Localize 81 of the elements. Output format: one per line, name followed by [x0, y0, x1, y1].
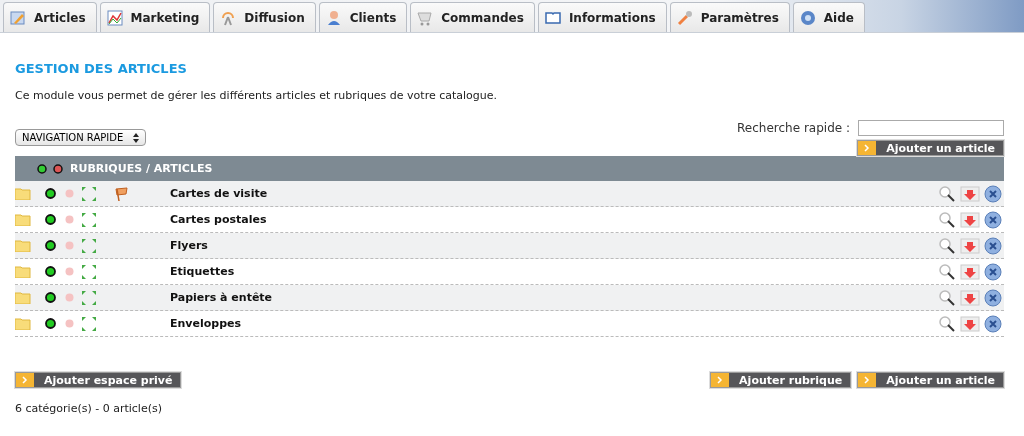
folder-icon [15, 291, 31, 304]
category-name: Papiers à entête [170, 291, 273, 304]
page-title: GESTION DES ARTICLES [15, 61, 188, 76]
nav-tab[interactable]: Clients [318, 2, 408, 32]
online-dot-icon [37, 163, 47, 174]
add-button[interactable]: Ajouter rubrique [710, 372, 852, 388]
status-dot[interactable] [65, 319, 74, 328]
status-dot[interactable] [45, 188, 56, 199]
status-dot[interactable] [65, 267, 74, 276]
status-dot[interactable] [45, 240, 56, 251]
delete-icon[interactable] [984, 288, 1002, 307]
page-description: Ce module vous permet de gérer les différents articles et rubriques de votre catalogue. [15, 89, 499, 102]
status-dot[interactable] [45, 266, 56, 277]
delete-icon[interactable] [984, 210, 1002, 229]
chevron-icon [16, 373, 34, 387]
search-icon[interactable] [938, 262, 956, 281]
summary-text: 6 catégorie(s) - 0 article(s) [15, 402, 163, 415]
move-arrows-icon[interactable] [81, 289, 97, 306]
search-icon[interactable] [938, 236, 956, 255]
offline-dot-icon [53, 163, 63, 174]
add-article-button[interactable]: Ajouter un article [857, 140, 1004, 156]
delete-icon[interactable] [984, 314, 1002, 333]
folder-icon [15, 239, 31, 252]
category-name: Flyers [170, 239, 208, 252]
chevron-icon [858, 141, 877, 155]
move-arrows-icon[interactable] [81, 263, 97, 280]
status-dot[interactable] [65, 241, 74, 250]
download-icon[interactable] [960, 314, 980, 333]
search-icon[interactable] [938, 288, 956, 307]
search-icon[interactable] [938, 314, 956, 333]
chart-icon [106, 9, 123, 26]
folder-icon [15, 187, 31, 200]
folder-icon [15, 213, 31, 226]
category-name: Etiquettes [170, 265, 235, 278]
download-icon[interactable] [960, 262, 980, 281]
add-private-space-button[interactable]: Ajouter espace privé [15, 372, 182, 388]
search-icon[interactable] [938, 184, 956, 203]
chevron-icon [858, 373, 877, 387]
nav-tab[interactable]: Articles [3, 2, 97, 32]
move-arrows-icon[interactable] [81, 211, 97, 228]
navigation-select[interactable]: NAVIGATION RAPIDE [15, 129, 147, 146]
move-arrows-icon[interactable] [81, 185, 97, 202]
nav-tab[interactable]: Marketing [99, 2, 211, 32]
move-arrows-icon[interactable] [81, 237, 97, 254]
help-icon [799, 9, 816, 26]
category-name: Cartes de visite [170, 187, 268, 200]
status-dot[interactable] [65, 189, 74, 198]
folder-icon [15, 317, 31, 330]
move-arrows-icon[interactable] [81, 315, 97, 332]
status-dot[interactable] [45, 292, 56, 303]
status-dot[interactable] [65, 293, 74, 302]
cart-icon [417, 9, 434, 26]
search-label: Recherche rapide : [737, 121, 850, 135]
flag-icon[interactable] [114, 186, 130, 201]
nav-tab[interactable]: Informations [537, 2, 667, 32]
column-header: RUBRIQUES / ARTICLES [70, 162, 213, 175]
table-row[interactable]: Papiers à entête [15, 285, 1004, 311]
table-row[interactable]: Flyers [15, 233, 1004, 259]
person-icon [325, 9, 342, 26]
category-name: Cartes postales [170, 213, 267, 226]
pencil-icon [10, 9, 26, 26]
status-dot[interactable] [65, 215, 74, 224]
delete-icon[interactable] [984, 236, 1002, 255]
category-name: Enveloppes [170, 317, 242, 330]
nav-tab[interactable]: Paramètres [669, 2, 790, 32]
nav-tab[interactable]: Aide [792, 2, 865, 32]
search-icon[interactable] [938, 210, 956, 229]
folder-icon [15, 265, 31, 278]
nav-tab[interactable]: Commandes [410, 2, 535, 32]
chevron-icon [711, 373, 730, 387]
book-icon [544, 9, 561, 26]
add-button[interactable]: Ajouter un article [857, 372, 1004, 388]
updown-icon [133, 132, 140, 143]
status-dot[interactable] [45, 214, 56, 225]
table-row[interactable]: Cartes de visite [15, 181, 1004, 207]
status-dot[interactable] [45, 318, 56, 329]
nav-tab[interactable]: Diffusion [213, 2, 316, 32]
search-field[interactable] [858, 120, 1004, 136]
delete-icon[interactable] [984, 262, 1002, 281]
download-icon[interactable] [960, 210, 980, 229]
delete-icon[interactable] [984, 184, 1002, 203]
